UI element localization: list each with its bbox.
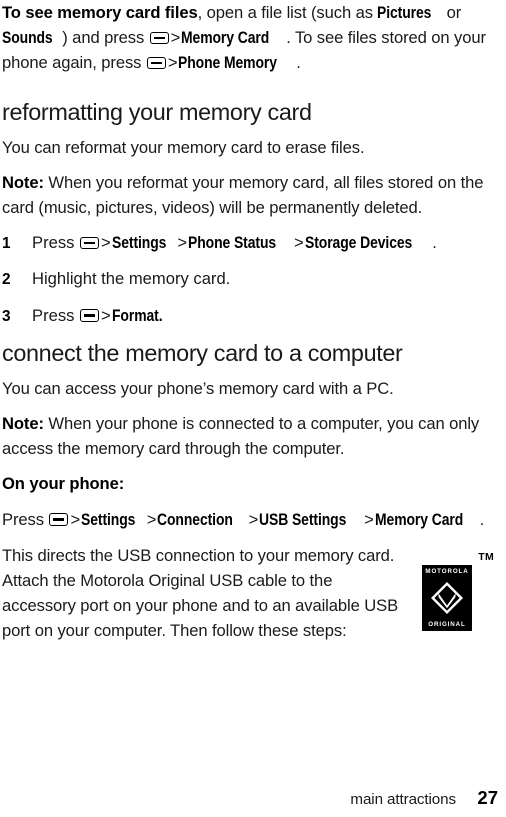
menu-name-storage-devices-wrap: Storage Devices — [305, 230, 433, 255]
footer-page-number: 27 — [477, 787, 498, 808]
reformat-note-paragraph: Note: When you reformat your memory card… — [2, 170, 498, 220]
menu-name-connection-wrap: Connection — [157, 507, 247, 532]
step-number: 1 — [2, 235, 11, 253]
intro-text-3: ) and press — [62, 28, 149, 48]
menu-name-memory-card-wrap: Memory Card — [181, 25, 286, 50]
menu-name-format-wrap: Format. — [112, 303, 172, 328]
menu-key-icon — [80, 309, 100, 322]
trailing-punctuation: . — [479, 509, 485, 529]
intro-paragraph: To see memory card files, open a file li… — [2, 0, 498, 76]
connect-press-line: Press >Settings >Connection >USB Settings >… — [2, 507, 498, 532]
connect-note-paragraph: Note: When your phone is connected to a … — [2, 411, 498, 461]
intro-lead-bold: To see memory card files — [2, 3, 198, 22]
step-text: Highlight the memory card. — [32, 269, 231, 289]
page-footer: main attractions 27 — [0, 787, 498, 809]
manual-page: To see memory card files, open a file li… — [0, 0, 506, 817]
intro-text-5: . — [296, 53, 301, 73]
menu-name-storage-devices: Storage Devices — [304, 233, 412, 253]
menu-key-icon — [149, 31, 169, 45]
note-label: Note: — [2, 414, 44, 434]
intro-text-2: or — [442, 3, 462, 22]
on-your-phone-subheading: On your phone: — [2, 471, 498, 496]
numbered-step: 3 Press >Format. — [2, 303, 498, 329]
chevron-separator: > — [70, 509, 81, 529]
motorola-batwing-icon — [430, 581, 464, 615]
motorola-original-logo: TM MOTOROLA ORIGINAL — [422, 550, 494, 631]
footer-chapter-title: main attractions — [350, 791, 456, 808]
menu-name-pictures-wrap: Pictures — [377, 0, 442, 25]
closing-paragraph: This directs the USB connection to your … — [2, 545, 399, 641]
motorola-wordmark-bottom: ORIGINAL — [428, 620, 466, 628]
chevron-separator: > — [167, 53, 178, 73]
note-text: When you reformat your memory card, all … — [2, 172, 484, 218]
menu-key-icon — [80, 236, 100, 250]
section-heading-reformatting: reformatting your memory card — [2, 98, 312, 125]
menu-name-settings: Settings — [111, 233, 167, 253]
press-label: Press — [2, 509, 49, 529]
section-heading-connect: connect the memory card to a computer — [2, 339, 403, 366]
chevron-separator: > — [248, 509, 259, 529]
reformat-steps-list: 1 Press >Settings >Phone Status >Storage De… — [2, 230, 498, 329]
menu-name-phone-memory-wrap: Phone Memory — [178, 50, 296, 75]
step-text: Press >Format. — [32, 303, 498, 328]
menu-key-icon — [146, 56, 166, 70]
note-label: Note: — [2, 172, 44, 192]
menu-name-memory-card-wrap: Memory Card — [375, 507, 480, 532]
closing-block: This directs the USB connection to your … — [2, 543, 498, 644]
chevron-separator: > — [101, 305, 111, 325]
menu-name-usb-settings-wrap: USB Settings — [259, 507, 363, 532]
menu-name-phone-status-wrap: Phone Status — [188, 230, 293, 255]
chevron-separator: > — [177, 233, 188, 253]
chevron-separator: > — [170, 28, 181, 48]
menu-name-memory-card: Memory Card — [374, 509, 463, 529]
press-label: Press — [32, 305, 80, 325]
intro-text-1: , open a file list (such as — [197, 3, 378, 22]
motorola-wordmark-top: MOTOROLA — [425, 567, 469, 575]
menu-name-phone-status: Phone Status — [188, 233, 277, 253]
chevron-separator: > — [101, 233, 111, 253]
step-text: Press >Settings >Phone Status >Storage Dev… — [32, 230, 498, 255]
step-number: 2 — [2, 271, 11, 289]
menu-name-phone-memory: Phone Memory — [178, 53, 278, 73]
motorola-logo-badge: MOTOROLA ORIGINAL — [422, 564, 472, 631]
menu-name-memory-card: Memory Card — [181, 28, 270, 48]
chevron-separator: > — [364, 509, 374, 529]
trailing-punctuation: . — [432, 233, 437, 253]
chevron-separator: > — [146, 509, 157, 529]
menu-name-settings-wrap: Settings — [112, 230, 177, 255]
numbered-step: 1 Press >Settings >Phone Status >Storage De… — [2, 230, 498, 256]
step-number: 3 — [2, 307, 11, 325]
note-text: When your phone is connected to a comput… — [2, 414, 480, 459]
menu-name-sounds-wrap: Sounds — [2, 25, 62, 50]
menu-name-pictures: Pictures — [377, 3, 432, 22]
subheading-label: On your phone: — [2, 474, 125, 494]
menu-key-icon — [49, 513, 69, 526]
press-label: Press — [32, 233, 80, 253]
reformat-body-paragraph: You can reformat your memory card to era… — [2, 137, 365, 157]
trademark-symbol: TM — [478, 550, 494, 563]
menu-name-settings-wrap: Settings — [81, 507, 146, 532]
menu-name-settings: Settings — [81, 509, 136, 529]
chevron-separator: > — [293, 233, 304, 253]
menu-name-sounds: Sounds — [2, 28, 53, 48]
connect-body-paragraph: You can access your phone’s memory card … — [2, 378, 394, 398]
menu-name-format: Format. — [111, 305, 163, 325]
menu-name-connection: Connection — [157, 509, 234, 529]
numbered-step: 2 Highlight the memory card. — [2, 266, 498, 292]
menu-name-usb-settings: USB Settings — [259, 509, 347, 529]
